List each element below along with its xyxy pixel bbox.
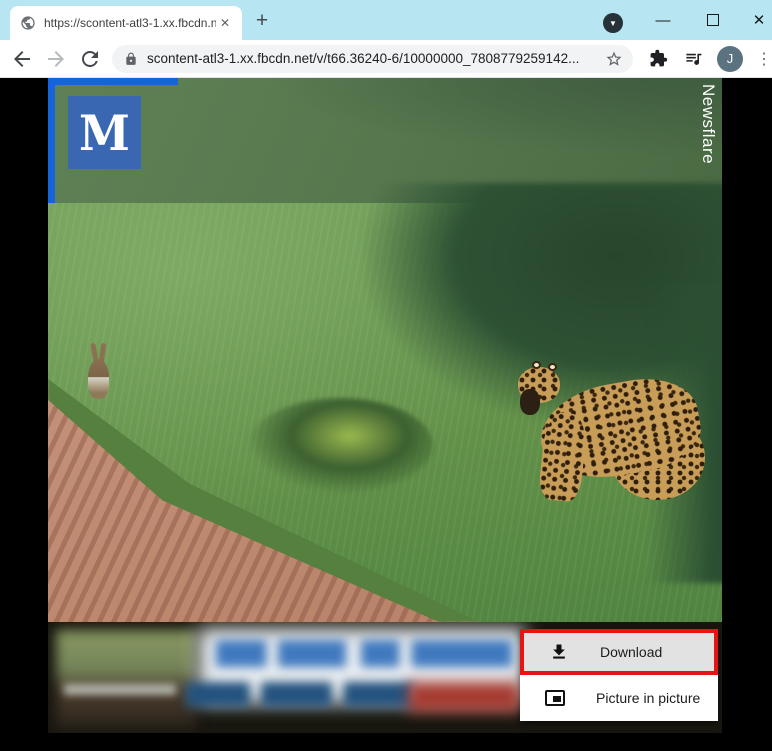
context-menu-item-picture-in-picture[interactable]: Picture in picture — [520, 675, 718, 721]
new-tab-button[interactable]: + — [248, 8, 276, 36]
address-bar[interactable]: scontent-atl3-1.xx.fbcdn.net/v/t66.36240… — [112, 44, 634, 73]
media-playlist-icon[interactable] — [684, 49, 703, 68]
blurred-red-box — [408, 682, 520, 712]
download-label: Download — [600, 644, 663, 660]
browser-window: https://scontent-atl3-1.xx.fbcdn.n ✕ + ▼… — [0, 0, 772, 751]
minimize-button[interactable]: — — [640, 0, 686, 40]
bookmark-star-icon[interactable] — [605, 50, 623, 68]
maximize-icon — [707, 14, 719, 26]
refresh-icon[interactable] — [78, 47, 102, 71]
maximize-button[interactable] — [690, 0, 736, 40]
browser-toolbar: scontent-atl3-1.xx.fbcdn.net/v/t66.36240… — [0, 40, 772, 78]
page-background: M Newsflare Download Picture in picture — [0, 78, 772, 751]
lock-icon — [126, 52, 136, 65]
center-bush — [248, 398, 433, 493]
close-window-button[interactable]: ✕ — [736, 0, 772, 40]
forward-icon[interactable] — [44, 47, 68, 71]
context-menu-item-download[interactable]: Download — [520, 629, 718, 675]
blurred-small-text — [64, 684, 176, 695]
globe-favicon-icon — [21, 16, 35, 30]
rabbit — [85, 342, 113, 401]
daily-mail-logo: M — [68, 96, 141, 169]
back-icon[interactable] — [10, 47, 34, 71]
blurred-thumbnail — [56, 630, 196, 728]
blurred-subline — [186, 682, 414, 707]
video-scene — [48, 183, 722, 622]
tab-title: https://scontent-atl3-1.xx.fbcdn.n — [44, 16, 216, 30]
newsflare-watermark: Newsflare — [699, 84, 718, 165]
profile-avatar[interactable]: J — [717, 45, 743, 72]
picture-in-picture-label: Picture in picture — [596, 690, 701, 706]
video-context-menu: Download Picture in picture — [520, 629, 718, 721]
leopard — [510, 353, 710, 513]
blue-frame-left — [48, 78, 55, 203]
picture-in-picture-icon — [545, 690, 565, 706]
daily-mail-logo-letter: M — [79, 104, 130, 161]
browser-menu-icon[interactable]: ⋮ — [756, 49, 772, 69]
extensions-puzzle-icon[interactable] — [649, 49, 668, 68]
url-text: scontent-atl3-1.xx.fbcdn.net/v/t66.36240… — [147, 51, 580, 66]
download-icon — [553, 644, 565, 659]
tab-close-icon[interactable]: ✕ — [216, 14, 234, 32]
browser-tab[interactable]: https://scontent-atl3-1.xx.fbcdn.n ✕ — [10, 6, 242, 40]
title-bar: https://scontent-atl3-1.xx.fbcdn.n ✕ + ▼… — [0, 0, 772, 40]
chevron-down-icon[interactable]: ▼ — [603, 13, 623, 33]
blue-frame-top — [48, 78, 178, 85]
blurred-headline — [216, 640, 512, 667]
